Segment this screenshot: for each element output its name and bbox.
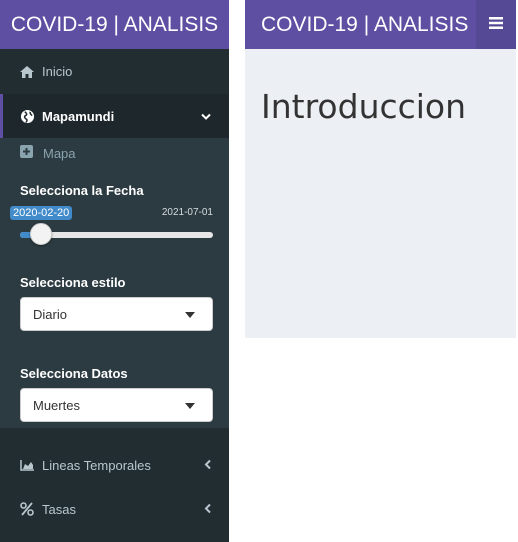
caret-down-icon: [185, 312, 195, 318]
slider-max-label: 2021-07-01: [161, 207, 213, 218]
content-area: Introduccion: [245, 49, 516, 338]
sidebar-subitem-mapa[interactable]: Mapa: [20, 145, 76, 161]
header-title: COVID-19 | ANALISIS: [261, 13, 469, 36]
data-select[interactable]: Muertes: [20, 388, 213, 422]
main-header: COVID-19 | ANALISIS: [245, 0, 516, 49]
sidebar-item-inicio[interactable]: Inicio: [0, 49, 229, 94]
chevron-left-icon: [204, 502, 211, 517]
date-slider-label: Selecciona la Fecha: [20, 183, 144, 198]
sidebar-item-label: Tasas: [42, 501, 76, 517]
hamburger-icon: [489, 16, 503, 34]
sidebar-subitem-label: Mapa: [43, 145, 76, 161]
data-select-label: Selecciona Datos: [20, 366, 128, 381]
sidebar-item-lineas-temporales[interactable]: Lineas Temporales: [0, 443, 229, 487]
caret-down-icon: [185, 403, 195, 409]
slider-value-badge: 2020-02-20: [10, 206, 73, 220]
chevron-down-icon: [201, 109, 211, 124]
date-slider[interactable]: 2020-02-20 2021-07-01: [10, 206, 213, 246]
sidebar-item-mapamundi[interactable]: Mapamundi: [0, 94, 229, 138]
data-select-value: Muertes: [33, 397, 80, 413]
plus-square-icon: [20, 145, 33, 161]
sidebar-item-label: Inicio: [42, 64, 73, 79]
area-chart-icon: [18, 456, 36, 474]
style-select-label: Selecciona estilo: [20, 275, 126, 290]
sidebar-item-tasas[interactable]: Tasas: [0, 487, 229, 531]
home-icon: [18, 63, 36, 81]
sidebar-toggle-button[interactable]: [476, 0, 516, 49]
chevron-left-icon: [204, 458, 211, 473]
style-select[interactable]: Diario: [20, 297, 213, 331]
sidebar-item-label: Mapamundi: [42, 108, 115, 124]
sidebar: COVID-19 | ANALISIS Inicio Mapamundi Map…: [0, 0, 229, 542]
brand-logo[interactable]: COVID-19 | ANALISIS: [0, 0, 229, 49]
percent-icon: [18, 500, 36, 518]
sidebar-item-label: Lineas Temporales: [42, 457, 151, 473]
page-title: Introduccion: [261, 87, 467, 126]
globe-icon: [18, 107, 36, 125]
style-select-value: Diario: [33, 306, 67, 322]
slider-handle[interactable]: [30, 223, 52, 245]
